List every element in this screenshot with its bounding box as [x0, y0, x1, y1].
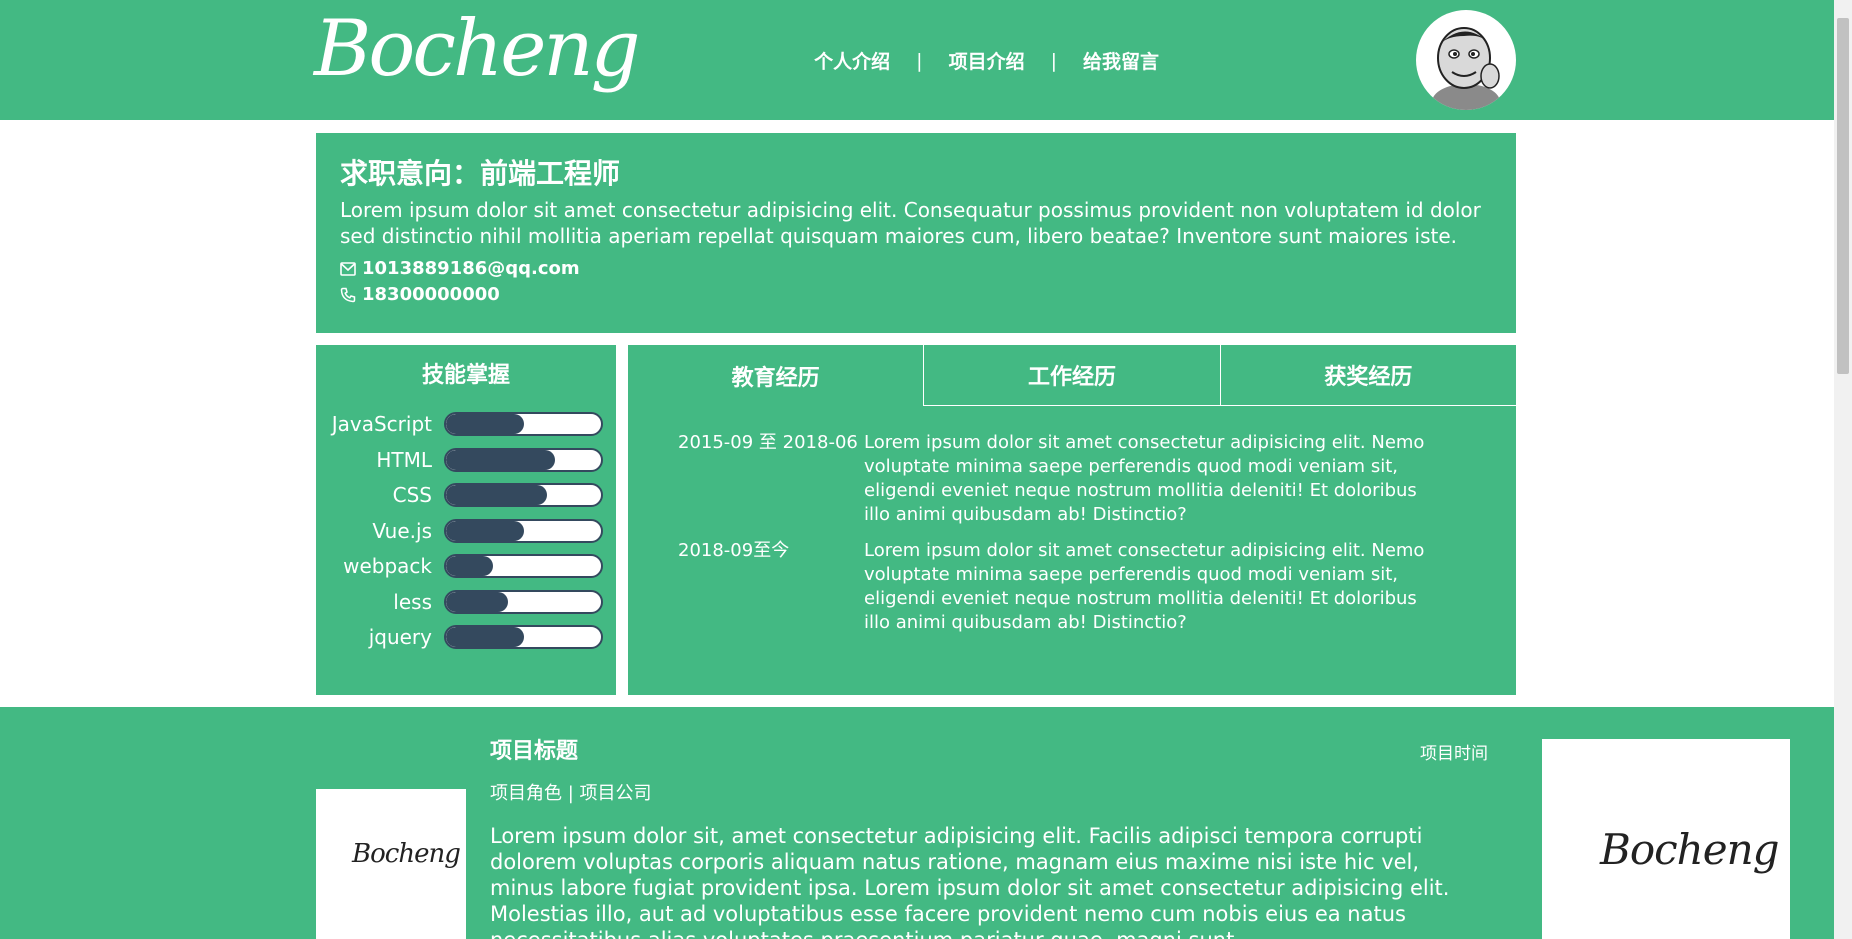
experience-text: Lorem ipsum dolor sit amet consectetur a…	[864, 432, 1425, 525]
skill-name: CSS	[392, 483, 432, 507]
skill-name: HTML	[376, 447, 432, 472]
main-nav: 个人介绍 | 项目介绍 | 给我留言	[814, 47, 1159, 74]
skill-progress-fill	[446, 591, 508, 612]
site-logo[interactable]: Bocheng	[314, 4, 641, 94]
resume-page: Bocheng 个人介绍 | 项目介绍 | 给我留言 求职意向：前端工程师 Lo…	[0, 0, 1852, 939]
list-item: 2015-09 至 2018-06 Lorem ipsum dolor sit …	[678, 431, 1468, 527]
project-description: Lorem ipsum dolor sit, amet consectetur …	[490, 824, 1450, 939]
project-title: 项目标题	[490, 739, 579, 764]
site-header: Bocheng 个人介绍 | 项目介绍 | 给我留言	[0, 0, 1834, 120]
scrollbar-thumb[interactable]	[1837, 18, 1849, 374]
project-thumbnail-left[interactable]: Bocheng	[316, 789, 466, 939]
phone-icon	[340, 287, 356, 303]
page-scrollbar[interactable]	[1834, 0, 1852, 939]
skill-progress-bar	[444, 483, 603, 507]
experience-tabs: 教育经历 工作经历 获奖经历	[628, 345, 1516, 406]
skill-progress-fill	[446, 449, 555, 470]
skills-title: 技能掌握	[421, 363, 510, 388]
experience-card: 教育经历 工作经历 获奖经历 2015-09 至 2018-06 Lorem i…	[628, 345, 1516, 695]
skill-name: webpack	[343, 554, 432, 578]
skill-progress-bar	[444, 554, 603, 578]
email-text[interactable]: 1013889186@qq.com	[362, 257, 580, 281]
nav-item-message[interactable]: 给我留言	[1083, 47, 1159, 74]
skill-progress-bar	[444, 447, 603, 472]
skill-progress-fill	[446, 520, 524, 541]
phone-text[interactable]: 18300000000	[362, 283, 500, 307]
skill-row: Vue.js	[316, 518, 616, 544]
contact-email: 1013889186@qq.com	[340, 257, 1492, 281]
skill-row: jquery	[316, 624, 616, 650]
intro-card: 求职意向：前端工程师 Lorem ipsum dolor sit amet co…	[316, 133, 1516, 333]
skill-progress-bar	[444, 589, 603, 614]
skill-progress-bar	[444, 625, 603, 649]
skill-name: Vue.js	[372, 518, 432, 543]
skill-name: JavaScript	[331, 412, 432, 436]
experience-date: 2018-09至今	[678, 540, 790, 561]
avatar-face-icon	[1432, 27, 1500, 110]
skill-row: webpack	[316, 553, 616, 579]
skill-name: less	[393, 589, 432, 614]
list-item: 2018-09至今 Lorem ipsum dolor sit amet con…	[678, 539, 1468, 635]
tab-work[interactable]: 工作经历	[923, 345, 1220, 406]
mail-icon	[340, 262, 356, 276]
thumbnail-logo: Bocheng	[1600, 825, 1780, 874]
tab-education[interactable]: 教育经历	[628, 345, 923, 406]
experience-text: Lorem ipsum dolor sit amet consectetur a…	[864, 540, 1425, 633]
skill-progress-bar	[444, 412, 603, 436]
intro-description: Lorem ipsum dolor sit amet consectetur a…	[340, 198, 1481, 248]
job-objective-title: 求职意向：前端工程师	[340, 157, 621, 190]
contact-phone: 18300000000	[340, 283, 1492, 307]
experience-date: 2015-09 至 2018-06	[678, 432, 858, 453]
project-meta: 项目角色 | 项目公司	[490, 783, 652, 804]
skill-row: less	[316, 589, 616, 615]
skill-row: CSS	[316, 482, 616, 508]
project-time: 项目时间	[1420, 744, 1488, 764]
experience-list: 2015-09 至 2018-06 Lorem ipsum dolor sit …	[678, 431, 1468, 647]
tab-awards[interactable]: 获奖经历	[1219, 345, 1516, 406]
project-thumbnail-right[interactable]: Bocheng	[1542, 739, 1790, 939]
nav-separator: |	[916, 49, 923, 72]
skill-progress-fill	[446, 556, 493, 576]
nav-item-projects[interactable]: 项目介绍	[949, 47, 1025, 74]
skill-name: jquery	[368, 625, 432, 649]
skill-progress-fill	[446, 627, 524, 647]
skill-row: HTML	[316, 447, 616, 473]
skill-progress-fill	[446, 414, 524, 434]
skill-row: JavaScript	[316, 411, 616, 437]
skill-progress-bar	[444, 518, 603, 543]
skills-card: 技能掌握 JavaScript HTML CSS Vue.js webpack less j…	[316, 345, 616, 695]
avatar[interactable]	[1416, 10, 1516, 110]
skill-progress-fill	[446, 485, 547, 505]
thumbnail-logo: Bocheng	[352, 839, 461, 869]
project-section: Bocheng 项目标题 项目时间 项目角色 | 项目公司 Lorem ipsu…	[0, 707, 1834, 939]
nav-separator: |	[1050, 49, 1057, 72]
nav-item-about[interactable]: 个人介绍	[814, 47, 890, 74]
